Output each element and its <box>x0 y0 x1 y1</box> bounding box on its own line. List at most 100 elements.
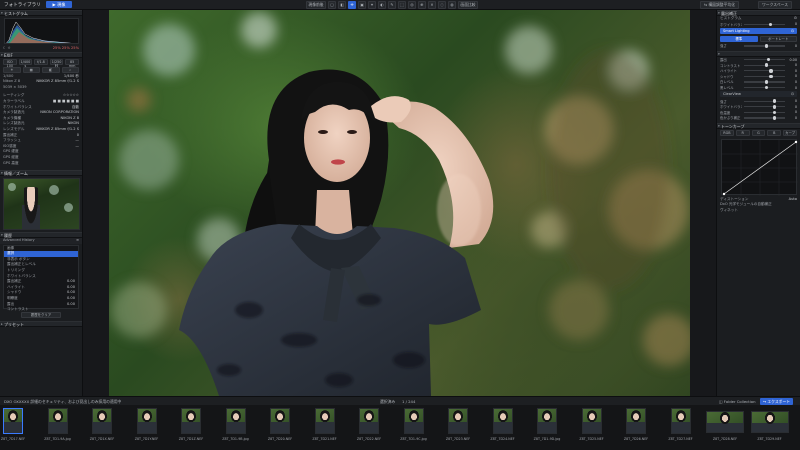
thumbnail-image[interactable] <box>581 408 602 434</box>
thumbnail-image[interactable] <box>750 411 789 433</box>
power-icon[interactable]: ⏻ <box>791 91 794 97</box>
slider-track[interactable] <box>744 74 785 79</box>
toolbar-button[interactable]: 画面比較 <box>458 1 478 9</box>
filmstrip-thumbnail[interactable]: Z8T_7D1-9B.jpg <box>215 408 257 448</box>
filmstrip-thumbnail[interactable]: Z8T_7D21.NEF <box>304 408 346 448</box>
slider-handle[interactable] <box>766 57 771 62</box>
power-icon[interactable]: ⏻ <box>791 28 794 34</box>
slider-handle[interactable] <box>772 99 777 103</box>
slider-track[interactable] <box>744 85 785 90</box>
clearview-bar[interactable]: ClearView ⏻ <box>720 91 797 98</box>
slider-track[interactable] <box>744 68 785 73</box>
thumbnail-image[interactable] <box>448 408 468 434</box>
thumbnail-image[interactable] <box>270 408 290 434</box>
filmstrip-thumbnail[interactable]: Z8T_7D23.NEF <box>437 408 479 448</box>
thumbnail-image[interactable] <box>706 411 744 433</box>
toolbar-button[interactable]: ◎ <box>408 1 416 9</box>
lens-row[interactable]: ヴィネット <box>717 208 800 214</box>
lighting-mode-button[interactable]: 標準 <box>720 36 758 43</box>
workspace-button[interactable]: ワークスペース <box>758 1 793 9</box>
slider-handle[interactable] <box>764 80 769 84</box>
tone-curve-graph[interactable] <box>721 138 798 196</box>
toolbar-button[interactable]: ⊕ <box>418 1 426 9</box>
toolbar-button[interactable]: ▣ <box>358 1 366 9</box>
compare-button[interactable]: ⇆ 構図調整平均化 <box>700 1 739 9</box>
filmstrip-thumbnail[interactable]: Z8T_7D1Y.NEF <box>126 408 168 448</box>
slider-track[interactable] <box>744 80 785 84</box>
filmstrip-thumbnail[interactable]: Z8T_7D29.NEF <box>749 408 791 448</box>
filmstrip-thumbnail[interactable]: Z8T_7D26.NEF <box>615 408 657 448</box>
slider-handle[interactable] <box>772 110 777 115</box>
develop-mode-button[interactable]: ▶ 現像 <box>46 1 72 8</box>
slider-track[interactable] <box>744 22 785 27</box>
slider-track[interactable] <box>744 99 785 103</box>
slider-handle[interactable] <box>764 63 769 67</box>
toolbar-button[interactable]: 現像前後 <box>306 1 326 9</box>
adjust-slider[interactable]: 色かぶり補正 0 <box>717 115 800 121</box>
thumbnail-image[interactable] <box>314 408 335 434</box>
tone-curve-header[interactable]: ▾ トーンカーブ <box>717 122 800 129</box>
thumbnail-image[interactable] <box>670 408 691 434</box>
slider-track[interactable] <box>744 57 785 62</box>
adjust-slider[interactable]: 黒レベル 0 <box>717 85 800 91</box>
slider-track[interactable] <box>744 104 785 109</box>
toolbar-button[interactable]: ⬚ <box>398 1 406 9</box>
thumbnail-image[interactable] <box>225 408 246 434</box>
filmstrip-thumbnail[interactable]: Z8T_7D25.NEF <box>571 408 613 448</box>
toolbar-button[interactable]: ◌ <box>438 1 446 9</box>
adjust-slider[interactable]: 強さ 0 <box>717 43 800 49</box>
thumbnail-image[interactable] <box>92 408 112 434</box>
loupe-icon[interactable]: ⌕ <box>61 66 79 73</box>
histogram-header[interactable]: ▾ ヒストグラム <box>0 10 82 16</box>
filmstrip-thumbnail[interactable]: Z8T_7D30.NEF <box>793 408 800 448</box>
filmstrip-thumbnail[interactable]: Z8T_7D17.NEF <box>0 408 34 448</box>
lighting-mode-button[interactable]: ポートレート <box>759 36 797 43</box>
curve-channel-button[interactable]: RGB <box>720 129 734 136</box>
thumbnail-image[interactable] <box>359 408 379 434</box>
menu-icon[interactable]: ≡ <box>76 238 79 244</box>
toolbar-button[interactable]: ▢ <box>328 1 336 9</box>
filmstrip-thumbnail[interactable]: Z8T_7D1X.NEF <box>81 408 123 448</box>
thumbnail-image[interactable] <box>3 408 23 434</box>
toolbar-button[interactable]: ✎ <box>388 1 396 9</box>
thumbnail-image[interactable] <box>626 408 646 434</box>
curve-mode-button[interactable]: カーブ <box>783 129 797 136</box>
slider-handle[interactable] <box>768 22 773 27</box>
exposure-header[interactable]: ▾ 露出補正 <box>717 10 800 16</box>
slider-track[interactable] <box>744 44 785 48</box>
navigator-thumbnail[interactable] <box>3 178 80 231</box>
filmstrip-thumbnail[interactable]: Z8T_7D1-9C.jpg <box>393 408 435 448</box>
toolbar-button[interactable]: ⌖ <box>368 1 376 9</box>
app-title[interactable]: フォトライブラリ <box>4 2 41 8</box>
curve-channel-button[interactable]: B <box>767 129 782 136</box>
slider-track[interactable] <box>744 63 785 67</box>
filmstrip-thumbnail[interactable]: Z8T_7D24.NEF <box>482 408 524 448</box>
filmstrip-thumbnail[interactable]: Z8T_7D1-9A.jpg <box>37 408 79 448</box>
advanced-history-header[interactable]: Advanced History ≡ <box>0 238 82 244</box>
thumbnail-image[interactable] <box>537 408 557 434</box>
curve-channel-button[interactable]: G <box>751 129 766 136</box>
filmstrip-thumbnail[interactable]: Z8T_7D1Z.NEF <box>170 408 212 448</box>
slider-handle[interactable] <box>769 74 773 79</box>
toolbar-button[interactable]: ◐ <box>378 1 386 9</box>
grid-icon[interactable]: ▦ <box>22 66 40 73</box>
slider-track[interactable] <box>744 116 785 120</box>
toolbar-button[interactable]: ✛ <box>348 1 356 9</box>
exif-header[interactable]: ▾ EXIF <box>0 51 82 58</box>
toolbar-button[interactable]: ◧ <box>338 1 346 9</box>
gear-icon[interactable]: ⚙ <box>794 16 797 22</box>
filmstrip-thumbnail[interactable]: Z8T_7D22.NEF <box>348 408 390 448</box>
thumbnail-image[interactable] <box>492 408 513 434</box>
filmstrip-thumbnail[interactable]: Z8T_7D28.NEF <box>704 408 746 448</box>
slider-handle[interactable] <box>769 68 773 73</box>
tone-adjust-header[interactable]: ▾ <box>717 50 800 57</box>
slider-handle[interactable] <box>772 104 777 109</box>
slider-handle[interactable] <box>772 116 777 120</box>
filmstrip-thumbnail[interactable]: Z8T_7D1-9D.jpg <box>526 408 568 448</box>
filmstrip-thumbnail[interactable]: Z8T_7D27.NEF <box>660 408 702 448</box>
slider-handle[interactable] <box>764 44 769 48</box>
thumbnail-image[interactable] <box>181 408 201 434</box>
toolbar-button[interactable]: ◍ <box>448 1 456 9</box>
smart-lighting-bar[interactable]: Smart Lighting ⏻ <box>720 28 797 35</box>
folder-collection-button[interactable]: ◫ Folder Collection <box>716 398 759 405</box>
